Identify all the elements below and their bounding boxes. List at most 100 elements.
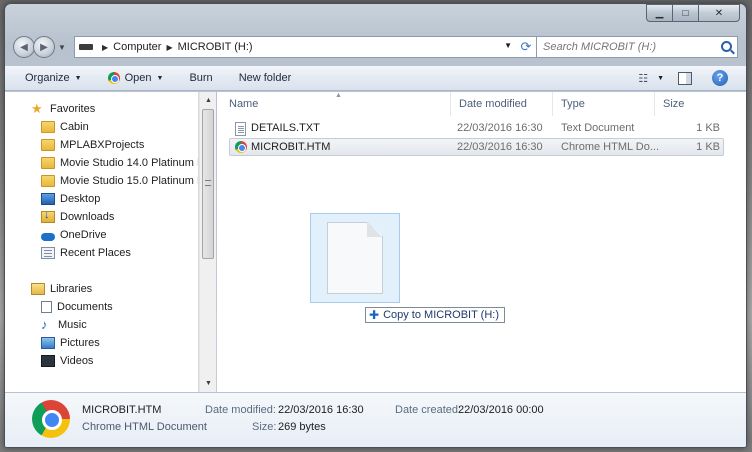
nav-item-videos[interactable]: Videos <box>41 352 93 370</box>
drag-tooltip-label: Copy to MICROBIT (H:) <box>383 309 499 321</box>
column-name[interactable]: Name <box>221 92 451 116</box>
address-bar[interactable]: ▶ Computer ▶ MICROBIT (H:) ▼ ⟳ <box>74 36 539 58</box>
nav-scrollbar[interactable]: ▲ ▼ <box>199 92 216 392</box>
open-button[interactable]: Open ▼ <box>107 72 164 84</box>
address-row: ◀ ▶ ▼ ▶ Computer ▶ MICROBIT (H:) ▼ ⟳ <box>13 32 738 62</box>
navigation-pane: ★ Favorites Cabin MPLABXProjects Movie S… <box>5 92 199 392</box>
nav-item-documents[interactable]: Documents <box>41 298 113 316</box>
nav-favorites-label: Favorites <box>50 103 96 115</box>
folder-icon <box>41 157 55 169</box>
nav-item-label: Downloads <box>60 211 115 223</box>
details-filename: MICROBIT.HTM <box>82 404 162 416</box>
details-size-value: 269 bytes <box>278 421 326 433</box>
details-modified-value: 22/03/2016 16:30 <box>278 404 364 416</box>
breadcrumb-microbit[interactable]: MICROBIT (H:) <box>178 41 253 53</box>
view-options-icon[interactable]: ☷ <box>638 72 648 85</box>
column-date-label: Date modified <box>459 98 527 110</box>
chevron-right-icon[interactable]: ▶ <box>102 43 108 52</box>
new-folder-button[interactable]: New folder <box>239 72 292 84</box>
burn-button[interactable]: Burn <box>189 72 212 84</box>
nav-item-mplabxprojects[interactable]: MPLABXProjects <box>41 136 144 154</box>
nav-item-label: Cabin <box>60 121 89 133</box>
column-size[interactable]: Size <box>655 92 725 116</box>
column-type[interactable]: Type <box>553 92 655 116</box>
nav-item-label: OneDrive <box>60 229 107 241</box>
minimize-button[interactable]: ▁ <box>646 4 672 22</box>
nav-favorites[interactable]: ★ Favorites <box>31 100 95 118</box>
search-input[interactable] <box>543 41 713 53</box>
organize-label: Organize <box>25 72 70 84</box>
cloud-icon <box>41 232 55 241</box>
scroll-up-icon[interactable]: ▲ <box>200 92 217 109</box>
recent-pages-dropdown[interactable]: ▼ <box>57 43 67 52</box>
recent-places-icon <box>41 247 55 259</box>
nav-item-label: Pictures <box>60 337 100 349</box>
maximize-button[interactable]: □ <box>672 4 698 22</box>
file-type: Text Document <box>561 122 635 134</box>
details-created-value: 22/03/2016 00:00 <box>458 404 544 416</box>
nav-item-pictures[interactable]: Pictures <box>41 334 100 352</box>
column-date-modified[interactable]: Date modified <box>451 92 553 116</box>
pictures-icon <box>41 337 55 349</box>
folder-icon <box>41 175 55 187</box>
plus-icon: ✚ <box>369 308 380 322</box>
search-box[interactable] <box>536 36 738 58</box>
nav-item-desktop[interactable]: Desktop <box>41 190 100 208</box>
nav-item-label: Recent Places <box>60 247 131 259</box>
toolbar-right: ☷ ▼ ? <box>638 70 728 86</box>
caption-buttons: ▁ □ ✕ <box>646 4 740 22</box>
nav-libraries[interactable]: Libraries <box>31 280 92 298</box>
nav-item-movie-studio-14[interactable]: Movie Studio 14.0 Platinum Pr <box>41 154 199 172</box>
search-icon[interactable] <box>721 41 732 52</box>
details-filetype: Chrome HTML Document <box>82 421 207 433</box>
breadcrumb-computer[interactable]: Computer <box>113 41 161 53</box>
star-icon: ★ <box>31 101 43 116</box>
preview-pane-icon[interactable] <box>678 71 692 85</box>
chevron-right-icon[interactable]: ▶ <box>166 43 172 52</box>
file-row-microbit-htm[interactable]: MICROBIT.HTM 22/03/2016 16:30 Chrome HTM… <box>229 138 724 156</box>
chrome-icon <box>107 72 120 84</box>
folder-icon <box>41 121 55 133</box>
file-name: MICROBIT.HTM <box>251 141 331 153</box>
nav-item-label: Music <box>58 319 87 331</box>
details-created-label: Date created: <box>395 404 462 416</box>
column-name-label: Name <box>229 98 259 110</box>
downloads-icon <box>41 209 55 223</box>
help-icon[interactable]: ? <box>712 70 728 86</box>
music-icon: ♪ <box>41 317 48 332</box>
chevron-down-icon: ▼ <box>156 74 164 82</box>
videos-icon <box>41 355 55 367</box>
libraries-icon <box>31 283 45 295</box>
chevron-down-icon[interactable]: ▼ <box>657 75 664 82</box>
file-row-details-txt[interactable]: DETAILS.TXT 22/03/2016 16:30 Text Docume… <box>229 120 724 138</box>
refresh-icon[interactable]: ⟳ <box>518 39 534 55</box>
nav-libraries-label: Libraries <box>50 283 93 295</box>
nav-item-onedrive[interactable]: OneDrive <box>41 226 106 244</box>
drive-icon <box>79 44 93 50</box>
forward-button[interactable]: ▶ <box>33 36 55 58</box>
file-name: DETAILS.TXT <box>251 122 320 134</box>
back-arrow-icon: ◀ <box>20 41 28 53</box>
scroll-thumb[interactable] <box>202 109 214 259</box>
folder-icon <box>41 139 55 151</box>
back-button[interactable]: ◀ <box>13 36 35 58</box>
nav-item-label: Movie Studio 14.0 Platinum Pr <box>60 157 199 169</box>
drag-tooltip: ✚ Copy to MICROBIT (H:) <box>365 307 505 323</box>
column-type-label: Type <box>561 98 585 110</box>
close-button[interactable]: ✕ <box>698 4 740 22</box>
file-type: Chrome HTML Do... <box>561 141 660 153</box>
command-bar: Organize ▼ Open ▼ Burn New folder ☷ ▼ ? <box>5 65 746 91</box>
details-size-label: Size: <box>252 421 277 433</box>
nav-item-downloads[interactable]: Downloads <box>41 208 114 226</box>
documents-icon <box>41 301 52 313</box>
nav-item-music[interactable]: ♪ Music <box>41 316 87 334</box>
desktop-icon <box>41 193 55 205</box>
address-dropdown-icon[interactable]: ▼ <box>504 41 512 50</box>
nav-item-recent-places[interactable]: Recent Places <box>41 244 131 262</box>
nav-item-movie-studio-15[interactable]: Movie Studio 15.0 Platinum Pr <box>41 172 198 190</box>
scroll-down-icon[interactable]: ▼ <box>200 375 217 392</box>
organize-button[interactable]: Organize ▼ <box>25 72 82 84</box>
text-file-icon <box>235 122 246 136</box>
nav-item-cabin[interactable]: Cabin <box>41 118 89 136</box>
details-modified-label: Date modified: <box>205 404 276 416</box>
